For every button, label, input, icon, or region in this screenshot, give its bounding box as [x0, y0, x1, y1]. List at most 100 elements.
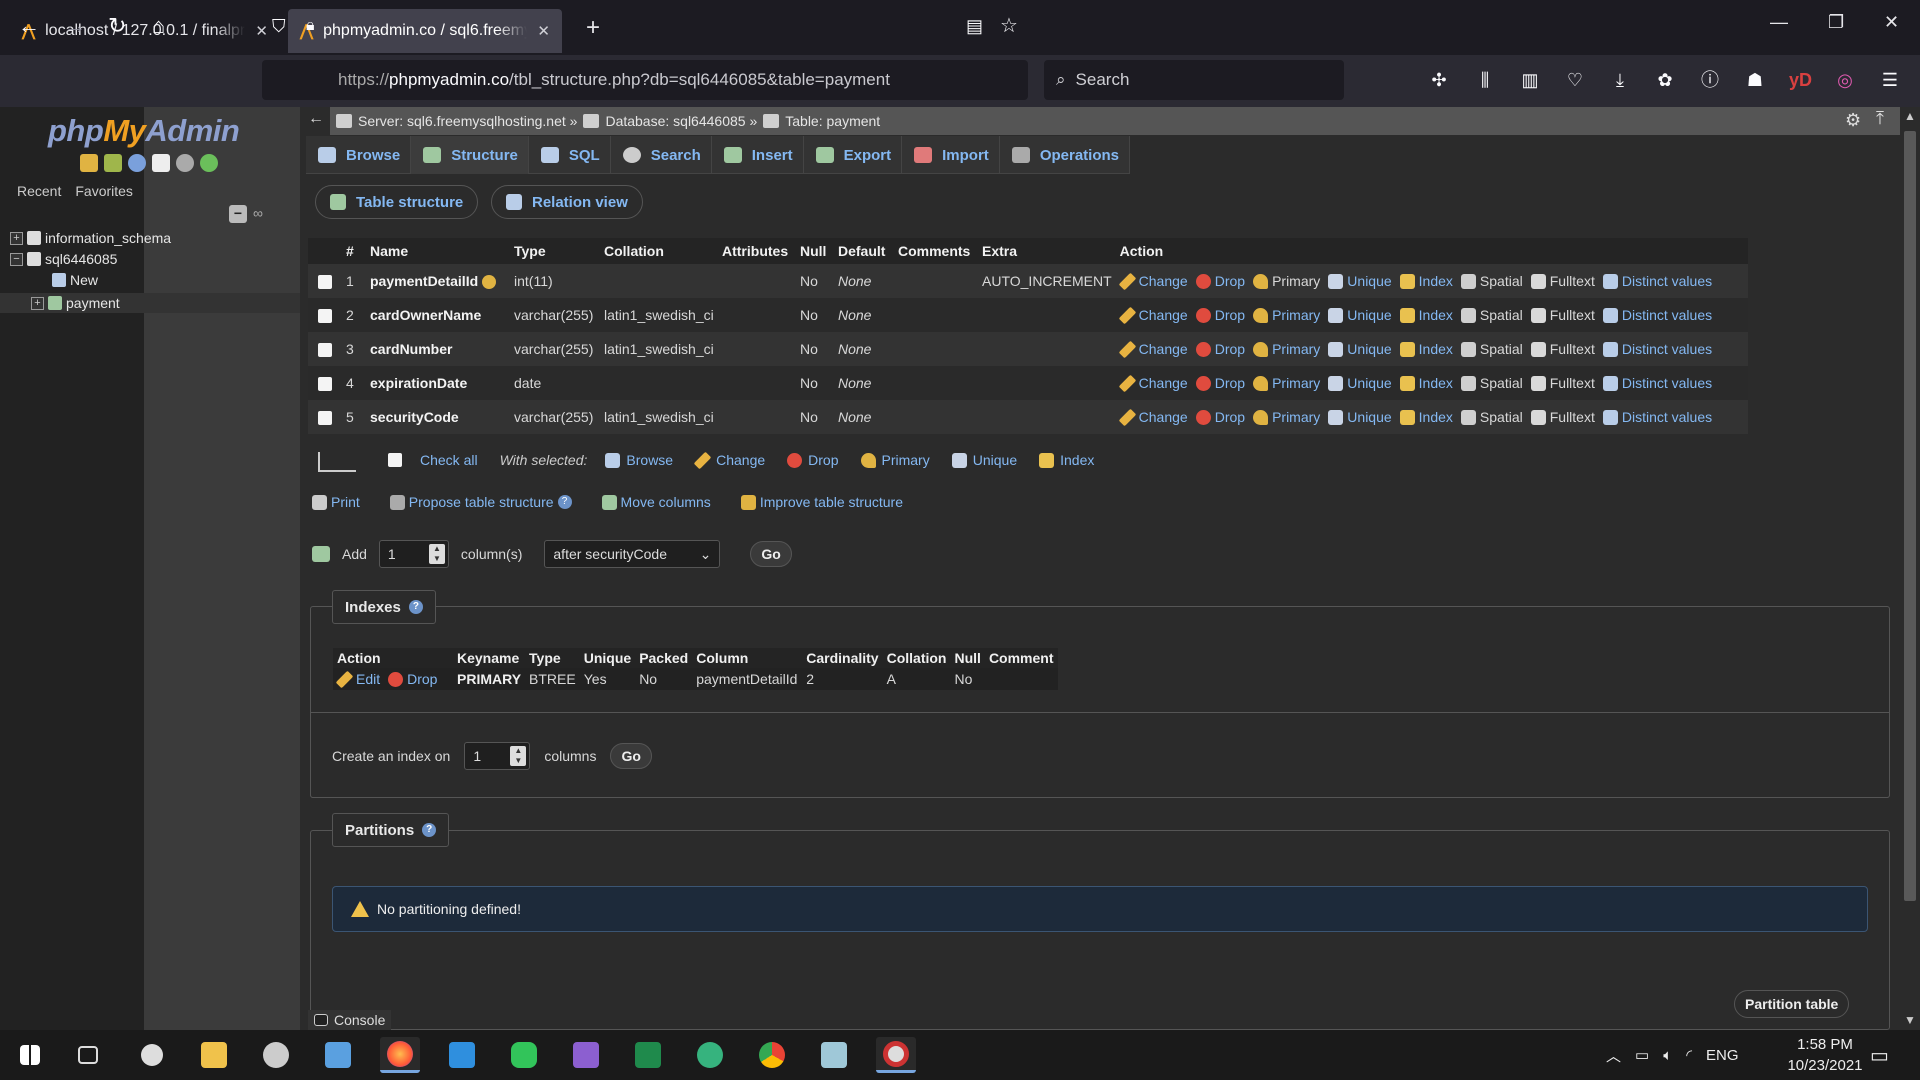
fulltext-action-button[interactable]: Fulltext [1530, 409, 1595, 425]
column-header[interactable]: Name [366, 238, 510, 264]
minimize-icon[interactable]: — [1770, 12, 1788, 33]
task-view-button[interactable] [68, 1037, 108, 1073]
distinct-action-button[interactable]: Distinct values [1602, 307, 1712, 323]
app-icon-12[interactable] [814, 1037, 854, 1073]
reader-view-icon[interactable]: ▤ [966, 14, 983, 38]
drop-action-button[interactable]: Drop [1195, 273, 1245, 289]
tree-item-information-schema[interactable]: + information_schema [10, 230, 171, 246]
help-icon[interactable] [128, 154, 146, 172]
unique-action-button[interactable]: Unique [1328, 409, 1392, 425]
page-scrollbar[interactable]: ▲ ▼ [1900, 107, 1920, 1030]
spatial-action-button[interactable]: Spatial [1460, 341, 1523, 357]
row-checkbox[interactable] [318, 309, 332, 324]
close-tab-icon[interactable]: ✕ [537, 22, 550, 40]
partition-table-button[interactable]: Partition table [1734, 990, 1850, 1018]
scroll-up-icon[interactable]: ▲ [1904, 109, 1916, 123]
collapse-top-icon[interactable]: ⤒ [1876, 108, 1884, 129]
distinct-action-button[interactable]: Distinct values [1602, 375, 1712, 391]
change-action-button[interactable]: Change [1118, 306, 1188, 324]
sidebar-icon[interactable]: ▥ [1519, 70, 1541, 90]
gear-icon[interactable] [176, 154, 194, 172]
spatial-action-button[interactable]: Spatial [1460, 409, 1523, 425]
primary-action-button[interactable]: Primary [1253, 409, 1320, 425]
settings-app[interactable] [132, 1037, 172, 1073]
tab-operations[interactable]: Operations [1000, 136, 1130, 174]
back-icon[interactable]: ← [18, 14, 40, 38]
recent-tab[interactable]: Recent [13, 182, 65, 200]
expand-icon[interactable]: + [31, 296, 44, 310]
row-checkbox[interactable] [318, 377, 332, 392]
lock-icon[interactable]: 🔒︎ [306, 14, 315, 38]
column-header[interactable]: Default [834, 238, 894, 264]
drop-action-button[interactable]: Drop [1195, 307, 1245, 323]
extension-icon[interactable]: ☗ [1744, 70, 1766, 90]
unique-action-button[interactable]: Unique [1328, 341, 1392, 357]
scrollbar-thumb[interactable] [1904, 131, 1916, 901]
tab-insert[interactable]: Insert [712, 136, 804, 174]
docs-icon[interactable] [152, 154, 170, 172]
subtab-table-structure[interactable]: Table structure [315, 185, 479, 219]
create-index-go-button[interactable]: Go [610, 743, 652, 769]
link-icon[interactable]: ∞ [253, 205, 263, 221]
phpmyadmin-logo[interactable]: phpMyAdmin [48, 113, 240, 149]
drop-action-button[interactable]: Drop [1195, 375, 1245, 391]
improve-structure-link[interactable]: Improve table structure [740, 494, 903, 510]
column-header[interactable]: Extra [978, 238, 1116, 264]
unique-action-button[interactable]: Unique [1328, 375, 1392, 391]
spatial-action-button[interactable]: Spatial [1460, 375, 1523, 391]
column-name[interactable]: cardOwnerName [370, 307, 481, 323]
spatial-action-button[interactable]: Spatial [1460, 273, 1523, 289]
chrome-app[interactable] [752, 1037, 792, 1073]
bulk-change-button[interactable]: Change [693, 451, 765, 469]
bulk-browse-button[interactable]: Browse [605, 452, 673, 468]
fulltext-action-button[interactable]: Fulltext [1530, 341, 1595, 357]
clock[interactable]: 1:58 PM 10/23/2021 [1770, 1034, 1880, 1076]
column-position-select[interactable]: after securityCode ⌄ [544, 540, 721, 568]
tab-sql[interactable]: SQL [529, 136, 611, 174]
drop-action-button[interactable]: Drop [1195, 409, 1245, 425]
battery-icon[interactable]: ▭ [1635, 1046, 1649, 1064]
browser-tab-localhost[interactable]: ⋀ localhost / 127.0.0.1 / finalproje ✕ [10, 9, 280, 53]
print-link[interactable]: Print [312, 494, 360, 510]
distinct-action-button[interactable]: Distinct values [1602, 273, 1712, 289]
extension-icon[interactable]: yD [1789, 70, 1812, 90]
bulk-unique-button[interactable]: Unique [951, 452, 1017, 468]
change-action-button[interactable]: Change [1118, 272, 1188, 290]
language-indicator[interactable]: ENG [1706, 1047, 1739, 1064]
edit-index-button[interactable]: Edit [335, 670, 380, 688]
firefox-app[interactable] [380, 1037, 420, 1073]
extension-icon[interactable]: ✣ [1428, 70, 1450, 90]
home-icon[interactable]: ⌂ [152, 14, 165, 38]
column-header[interactable]: Comments [894, 238, 978, 264]
reload-icon[interactable]: ↻ [108, 14, 126, 38]
chevron-up-icon[interactable]: ︿ [1606, 1045, 1621, 1066]
row-checkbox[interactable] [318, 275, 332, 290]
check-all-checkbox[interactable] [388, 453, 402, 467]
bookmark-star-icon[interactable]: ☆ [1000, 14, 1018, 38]
distinct-action-button[interactable]: Distinct values [1602, 341, 1712, 357]
tab-export[interactable]: Export [804, 136, 903, 174]
library-icon[interactable]: ⫼ [1474, 70, 1496, 90]
stepper-arrows-icon[interactable]: ▲ ▼ [428, 544, 445, 564]
change-action-button[interactable]: Change [1118, 408, 1188, 426]
logout-icon[interactable] [104, 154, 122, 172]
tab-browse[interactable]: Browse [306, 136, 412, 174]
column-header[interactable]: Null [796, 238, 834, 264]
fulltext-action-button[interactable]: Fulltext [1530, 273, 1595, 289]
tab-search[interactable]: Search [611, 136, 712, 174]
tree-item-sql6446085[interactable]: − sql6446085 [10, 251, 117, 267]
column-name[interactable]: paymentDetailId [370, 273, 478, 289]
browser-tab-phpmyadmin[interactable]: ⋀ phpmyadmin.co / sql6.freemysq ✕ [288, 8, 562, 53]
row-checkbox[interactable] [318, 411, 332, 426]
collapse-nav-icon[interactable]: ← [308, 110, 324, 128]
row-checkbox[interactable] [318, 343, 332, 358]
breadcrumb-database[interactable]: Database: sql6446085 » [605, 113, 757, 129]
check-all-label[interactable]: Check all [420, 452, 478, 468]
column-name[interactable]: cardNumber [370, 341, 452, 357]
restore-icon[interactable]: ❐ [1828, 12, 1844, 33]
line-app[interactable] [504, 1037, 544, 1073]
change-action-button[interactable]: Change [1118, 340, 1188, 358]
primary-action-button[interactable]: Primary [1253, 273, 1320, 289]
propose-structure-link[interactable]: Propose table structure? [389, 494, 572, 510]
browser-search-field[interactable]: ⌕ Search [1044, 60, 1344, 100]
